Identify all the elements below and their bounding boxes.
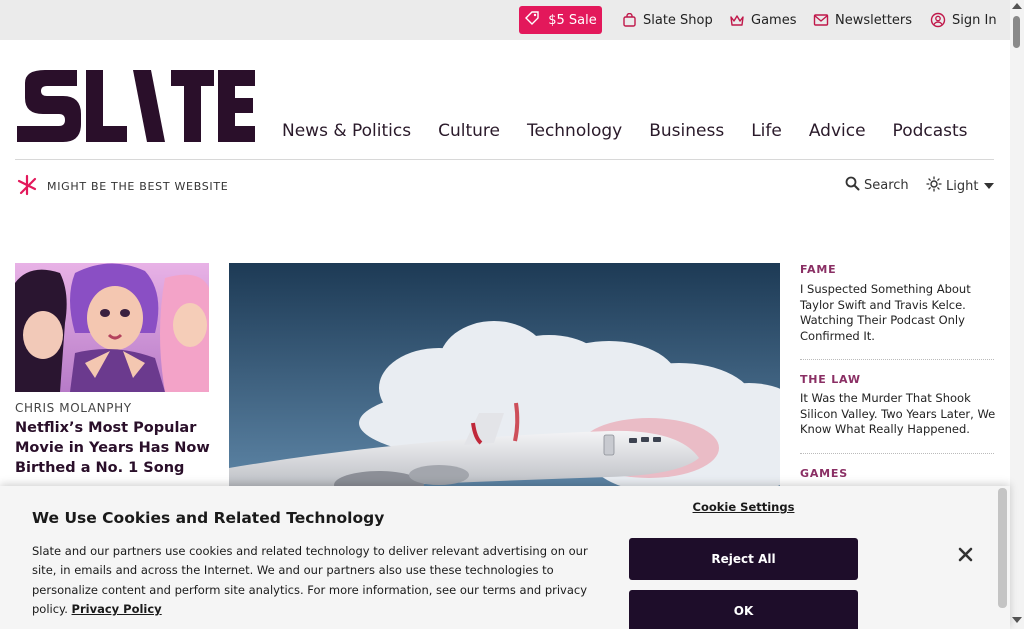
nav-item-culture[interactable]: Culture	[438, 121, 500, 141]
scroll-down-icon[interactable]	[1012, 617, 1022, 623]
search-icon	[845, 176, 860, 195]
newsletters-link[interactable]: Newsletters	[813, 10, 912, 30]
scroll-up-icon[interactable]	[1012, 3, 1022, 9]
cookie-settings-link[interactable]: Cookie Settings	[629, 500, 858, 514]
rc-headline-2[interactable]: It Was the Murder That Shook Silicon Val…	[800, 391, 996, 438]
main-nav: News & Politics Culture Technology Busin…	[282, 121, 968, 141]
games-label: Games	[751, 12, 797, 28]
cookie-scrollbar-thumb[interactable]	[998, 488, 1007, 608]
rc-kicker-fame[interactable]: FAME	[800, 263, 836, 276]
privacy-policy-link[interactable]: Privacy Policy	[72, 602, 162, 616]
rc-kicker-games[interactable]: GAMES	[800, 467, 848, 480]
newsletters-label: Newsletters	[835, 12, 913, 28]
crown-icon	[729, 13, 745, 28]
cookie-title: We Use Cookies and Related Technology	[32, 509, 385, 527]
slate-logo[interactable]	[15, 68, 257, 144]
left-story-headline[interactable]: Netflix’s Most Popular Movie in Years Ha…	[15, 418, 210, 478]
sign-in-link[interactable]: Sign In	[930, 10, 997, 30]
utility-bar: $5 Sale Slate Shop Games Newsletters Sig	[0, 0, 1024, 40]
search-label: Search	[864, 178, 909, 193]
page: $5 Sale Slate Shop Games Newsletters Sig	[0, 0, 1024, 629]
nav-item-business[interactable]: Business	[649, 121, 724, 141]
nav-item-podcasts[interactable]: Podcasts	[893, 121, 968, 141]
sale-label: $5 Sale	[548, 12, 597, 28]
rc-kicker-the-law[interactable]: THE LAW	[800, 373, 861, 386]
rc-headline-1[interactable]: I Suspected Something About Taylor Swift…	[800, 282, 996, 344]
header-divider	[15, 159, 994, 160]
left-story-image[interactable]	[15, 263, 209, 392]
nav-item-technology[interactable]: Technology	[527, 121, 622, 141]
reject-all-button[interactable]: Reject All	[629, 538, 858, 580]
ok-button[interactable]: OK	[629, 590, 858, 629]
sale-button[interactable]: $5 Sale	[519, 6, 602, 34]
tagline-text: MIGHT BE THE BEST WEBSITE	[47, 180, 229, 193]
cookie-banner: We Use Cookies and Related Technology Sl…	[0, 486, 1010, 629]
close-icon[interactable]	[957, 546, 974, 563]
theme-label: Light	[946, 178, 979, 194]
left-story-byline[interactable]: CHRIS MOLANPHY	[15, 401, 132, 415]
rc-divider	[800, 359, 994, 360]
cookie-body: Slate and our partners use cookies and r…	[32, 542, 602, 620]
page-scrollbar-thumb[interactable]	[1013, 16, 1020, 48]
games-link[interactable]: Games	[729, 10, 796, 30]
shop-icon	[622, 12, 637, 28]
user-icon	[930, 12, 946, 28]
rc-divider	[800, 453, 994, 454]
slate-asterisk-icon	[15, 173, 39, 200]
chevron-down-icon	[984, 183, 995, 189]
tag-icon	[524, 10, 540, 30]
mail-icon	[813, 13, 829, 27]
hero-image[interactable]	[229, 263, 780, 493]
tagline: MIGHT BE THE BEST WEBSITE	[15, 173, 228, 200]
search-button[interactable]: Search	[845, 176, 909, 195]
page-scrollbar[interactable]	[1010, 0, 1024, 629]
nav-item-advice[interactable]: Advice	[809, 121, 866, 141]
slate-shop-link[interactable]: Slate Shop	[622, 10, 713, 30]
shop-label: Slate Shop	[643, 12, 713, 28]
signin-label: Sign In	[952, 12, 997, 28]
nav-item-life[interactable]: Life	[751, 121, 782, 141]
nav-item-news-politics[interactable]: News & Politics	[282, 121, 411, 141]
theme-toggle[interactable]: Light	[926, 176, 995, 196]
sun-icon	[926, 176, 942, 196]
